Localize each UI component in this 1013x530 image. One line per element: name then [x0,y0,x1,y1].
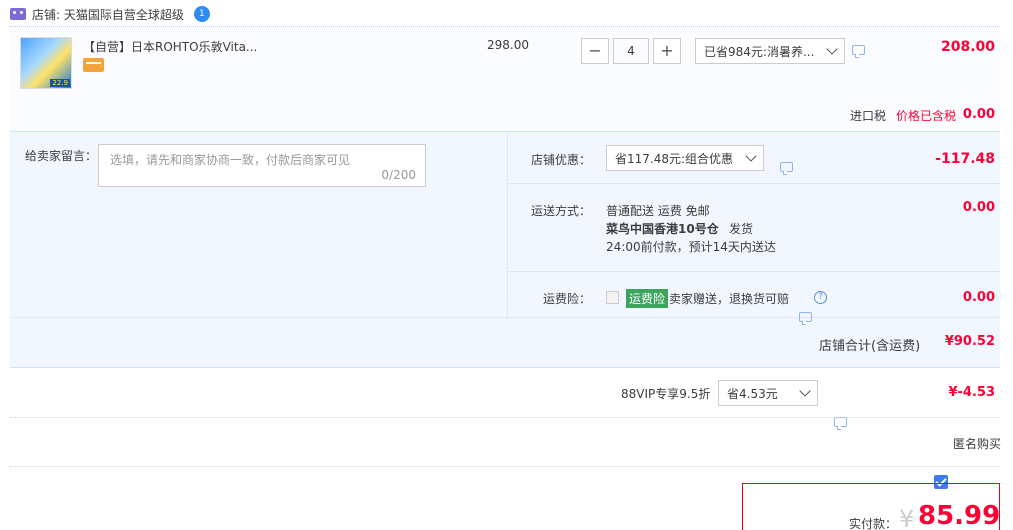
insurance-text: 卖家赠送，退换货可赔 [669,292,790,306]
divider [507,271,1000,272]
promo-select[interactable]: 已省984元:消暑养... [695,38,845,64]
vip-value: ¥-4.53 [948,385,995,400]
insurance-tag: 运费险 [626,289,669,308]
help-icon[interactable]: ? [814,291,827,304]
payment-summary: 实付款： ¥ 85.99 [742,483,1000,530]
increase-button[interactable]: + [653,38,681,64]
insurance-checkbox[interactable] [606,291,619,304]
comment-icon[interactable] [799,312,812,325]
comment-icon[interactable] [834,417,847,430]
chevron-down-icon [745,150,757,162]
quantity-input[interactable]: 4 [613,38,649,64]
payment-amount: 85.99 [918,501,1001,530]
shop-discount-label: 店铺优惠： [531,153,592,167]
message-counter: 0/200 [381,168,416,182]
shop-total-label: 店铺合计(含运费) [819,339,921,354]
product-thumbnail[interactable]: 22.9 [20,37,72,89]
insurance-value: 0.00 [962,290,995,305]
credit-card-icon [83,58,104,72]
quantity-stepper: − 4 + [581,38,681,64]
chevron-down-icon [799,385,811,397]
product-title[interactable]: 【自营】日本ROHTO乐敦Vita... [83,38,257,55]
divider [10,417,1000,418]
shop-icon [10,8,26,20]
message-textarea[interactable]: 选填，请先和商家协商一致，付款后商家可见 0/200 [98,144,426,187]
shop-discount-select[interactable]: 省117.48元:组合优惠 [606,145,764,171]
divider [10,466,1000,467]
panel-divider [507,131,508,317]
shipping-line1: 普通配送 运费 免邮 [606,204,710,218]
promo-select-value: 已省984元:消暑养... [704,44,815,59]
vip-label: 88VIP专享9.5折 [621,387,711,401]
shop-header: 店铺: 天猫国际自营全球超级 1 [10,3,210,25]
shipping-eta: 24:00前付款，预计14天内送达 [606,240,776,254]
chevron-down-icon [826,43,838,55]
shipping-dispatch: 发货 [729,222,754,236]
divider [10,317,1000,318]
thumbnail-price-tag: 22.9 [50,79,70,87]
unit-price: 298.00 [487,38,529,52]
item-subtotal: 208.00 [940,39,995,55]
message-label: 给卖家留言： [25,149,98,163]
shop-total-value: ¥90.52 [944,334,995,349]
payment-currency: ¥ [899,505,915,530]
import-tax-label: 进口税 [850,109,887,123]
decrease-button[interactable]: − [581,38,609,64]
vip-select-value: 省4.53元 [727,386,778,401]
shop-badge-icon[interactable]: 1 [193,6,210,22]
shipping-warehouse: 菜鸟中国香港10号仓 [606,222,719,236]
import-tax-note: 价格已含税 [896,109,957,123]
divider [507,183,1000,184]
anonymous-label[interactable]: 匿名购买 [953,435,1001,452]
shop-discount-value: -117.48 [935,151,995,167]
shipping-value: 0.00 [962,200,995,215]
import-tax-value: 0.00 [962,107,995,122]
insurance-label: 运费险： [543,292,592,306]
shop-discount-select-value: 省117.48元:组合优惠 [615,151,734,166]
payment-label: 实付款： [849,517,898,530]
comment-icon[interactable] [780,162,793,175]
shipping-label: 运送方式： [531,204,592,218]
shop-name[interactable]: 店铺: 天猫国际自营全球超级 [32,6,184,23]
vip-select[interactable]: 省4.53元 [718,380,818,406]
comment-icon[interactable] [852,45,865,58]
message-placeholder: 选填，请先和商家协商一致，付款后商家可见 [110,153,351,167]
